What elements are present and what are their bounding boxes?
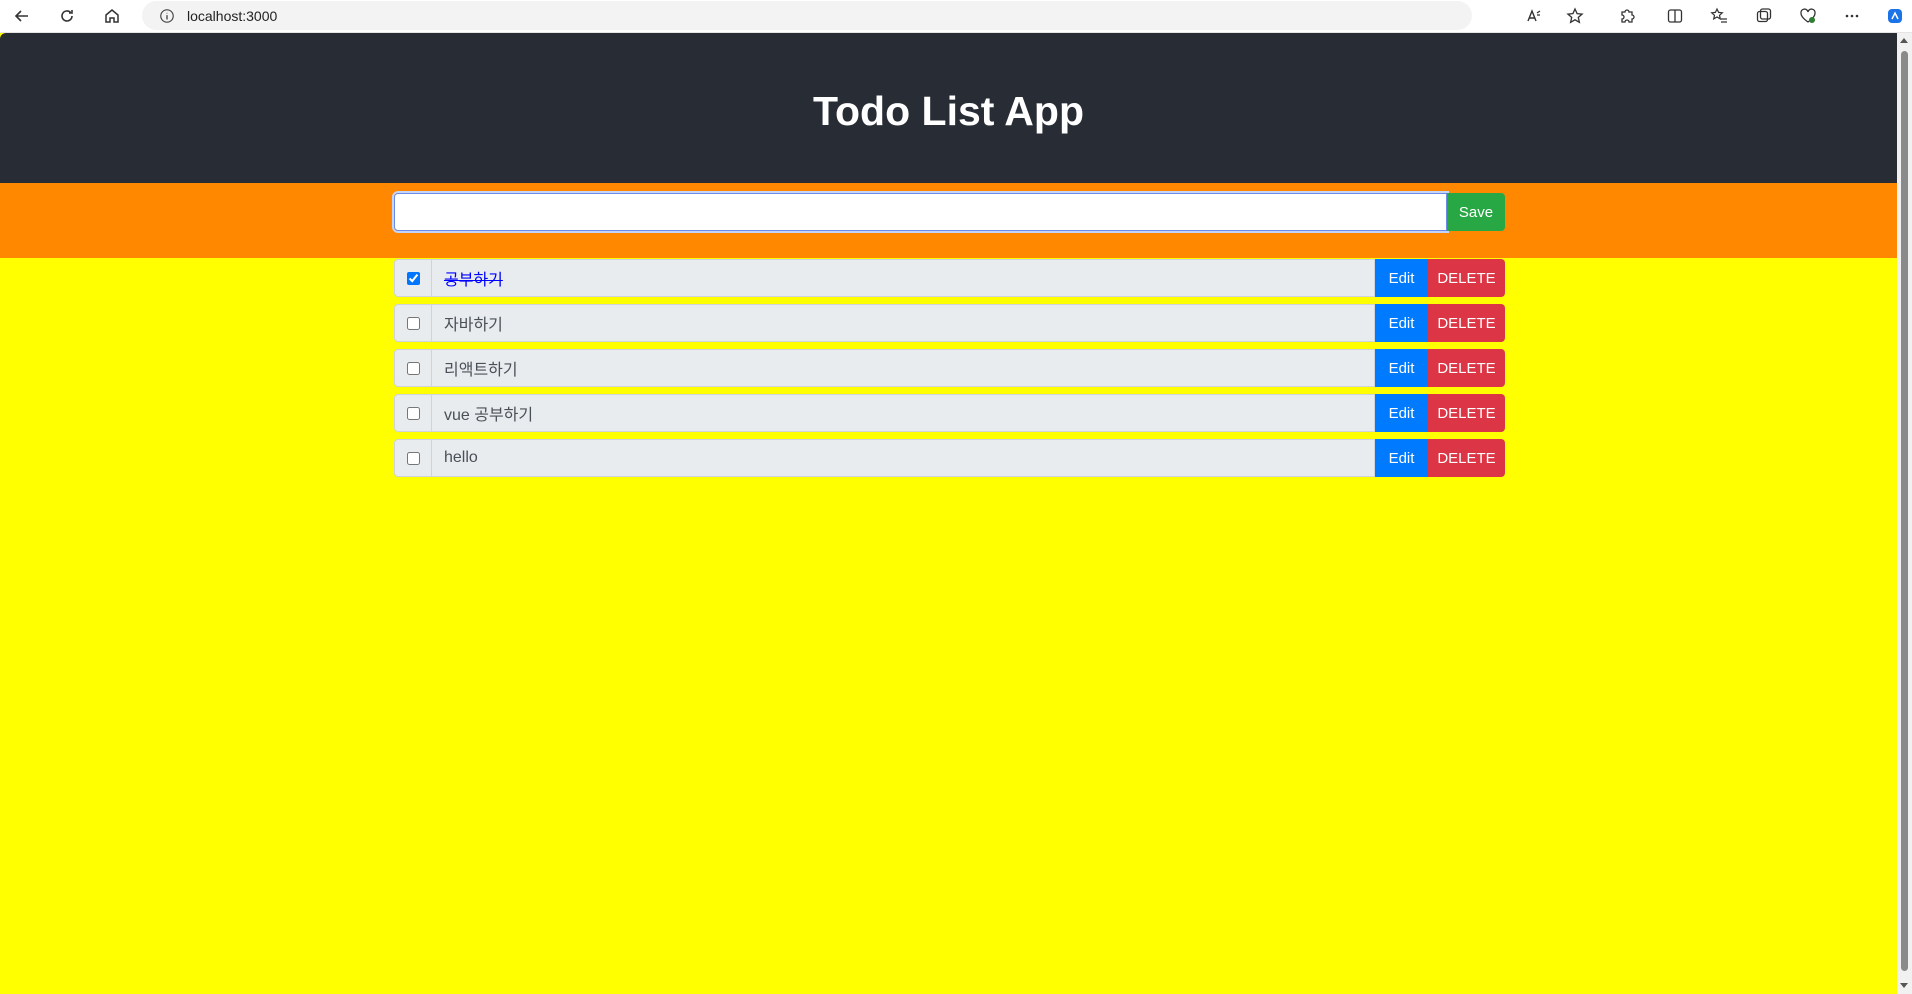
todo-item: 리액트하기 Edit DELETE	[394, 349, 1505, 387]
collections-button[interactable]	[1749, 3, 1779, 29]
checkbox-cell	[394, 349, 432, 387]
reload-icon	[61, 10, 73, 22]
settings-more-button[interactable]	[1837, 3, 1867, 29]
todo-text: hello	[432, 439, 1375, 477]
delete-button[interactable]: DELETE	[1428, 349, 1505, 387]
page-title: Todo List App	[813, 87, 1084, 134]
edit-button[interactable]: Edit	[1375, 394, 1428, 432]
puzzle-icon	[1621, 9, 1635, 23]
vertical-scrollbar[interactable]	[1897, 33, 1912, 994]
delete-button[interactable]: DELETE	[1428, 439, 1505, 477]
todo-text: 공부하기	[432, 259, 1375, 297]
copilot-button[interactable]	[1880, 3, 1910, 29]
delete-button[interactable]: DELETE	[1428, 394, 1505, 432]
address-bar[interactable]: localhost:3000	[142, 1, 1472, 30]
edit-button[interactable]: Edit	[1375, 259, 1428, 297]
todo-checkbox[interactable]	[406, 316, 420, 330]
todo-text: 자바하기	[432, 304, 1375, 342]
edit-button[interactable]: Edit	[1375, 304, 1428, 342]
favorites-button[interactable]	[1704, 3, 1734, 29]
app-header: Todo List App	[0, 33, 1897, 183]
split-screen-icon	[1667, 9, 1683, 23]
todo-checkbox[interactable]	[406, 271, 420, 285]
delete-button[interactable]: DELETE	[1428, 259, 1505, 297]
read-aloud-icon	[1527, 9, 1541, 22]
site-info-icon[interactable]	[158, 7, 176, 25]
extensions-button[interactable]	[1612, 3, 1642, 29]
collections-icon	[1756, 8, 1772, 23]
home-icon	[105, 9, 119, 23]
delete-button[interactable]: DELETE	[1428, 304, 1505, 342]
favorites-list-icon	[1710, 7, 1727, 23]
split-screen-button[interactable]	[1660, 3, 1690, 29]
todo-checkbox[interactable]	[406, 361, 420, 375]
checkbox-cell	[394, 439, 432, 477]
edit-button[interactable]: Edit	[1375, 349, 1428, 387]
checkbox-cell	[394, 304, 432, 342]
back-arrow-icon	[14, 10, 28, 22]
browser-toolbar: localhost:3000	[0, 0, 1912, 33]
todo-checkbox[interactable]	[406, 406, 420, 420]
todo-text: vue 공부하기	[432, 394, 1375, 432]
copilot-icon	[1888, 9, 1902, 23]
add-todo-form: Save	[0, 183, 1897, 258]
todo-text: 리액트하기	[432, 349, 1375, 387]
todo-item: 자바하기 Edit DELETE	[394, 304, 1505, 342]
reload-button[interactable]	[53, 3, 81, 29]
checkbox-cell	[394, 259, 432, 297]
todo-item: 공부하기 Edit DELETE	[394, 259, 1505, 297]
url-text: localhost:3000	[187, 7, 278, 24]
page-viewport: Todo List App Save 공부하기 Edit DELETE 자바하기…	[0, 33, 1897, 994]
todo-input[interactable]	[392, 191, 1449, 233]
home-button[interactable]	[98, 3, 126, 29]
scrollbar-thumb[interactable]	[1901, 51, 1908, 971]
browser-essentials-button[interactable]	[1793, 3, 1823, 29]
todo-item: hello Edit DELETE	[394, 439, 1505, 477]
star-icon	[1566, 7, 1584, 24]
read-aloud-button[interactable]	[1519, 3, 1549, 29]
edit-button[interactable]: Edit	[1375, 439, 1428, 477]
scroll-up-arrow-icon[interactable]	[1900, 38, 1908, 43]
save-button[interactable]: Save	[1447, 193, 1505, 231]
todo-item: vue 공부하기 Edit DELETE	[394, 394, 1505, 432]
back-button[interactable]	[8, 3, 36, 29]
todo-checkbox[interactable]	[406, 451, 420, 465]
checkbox-cell	[394, 394, 432, 432]
scroll-down-arrow-icon[interactable]	[1900, 983, 1908, 988]
heart-pulse-icon	[1800, 8, 1816, 23]
more-dots-icon	[1845, 14, 1859, 18]
favorite-button[interactable]	[1560, 3, 1590, 29]
